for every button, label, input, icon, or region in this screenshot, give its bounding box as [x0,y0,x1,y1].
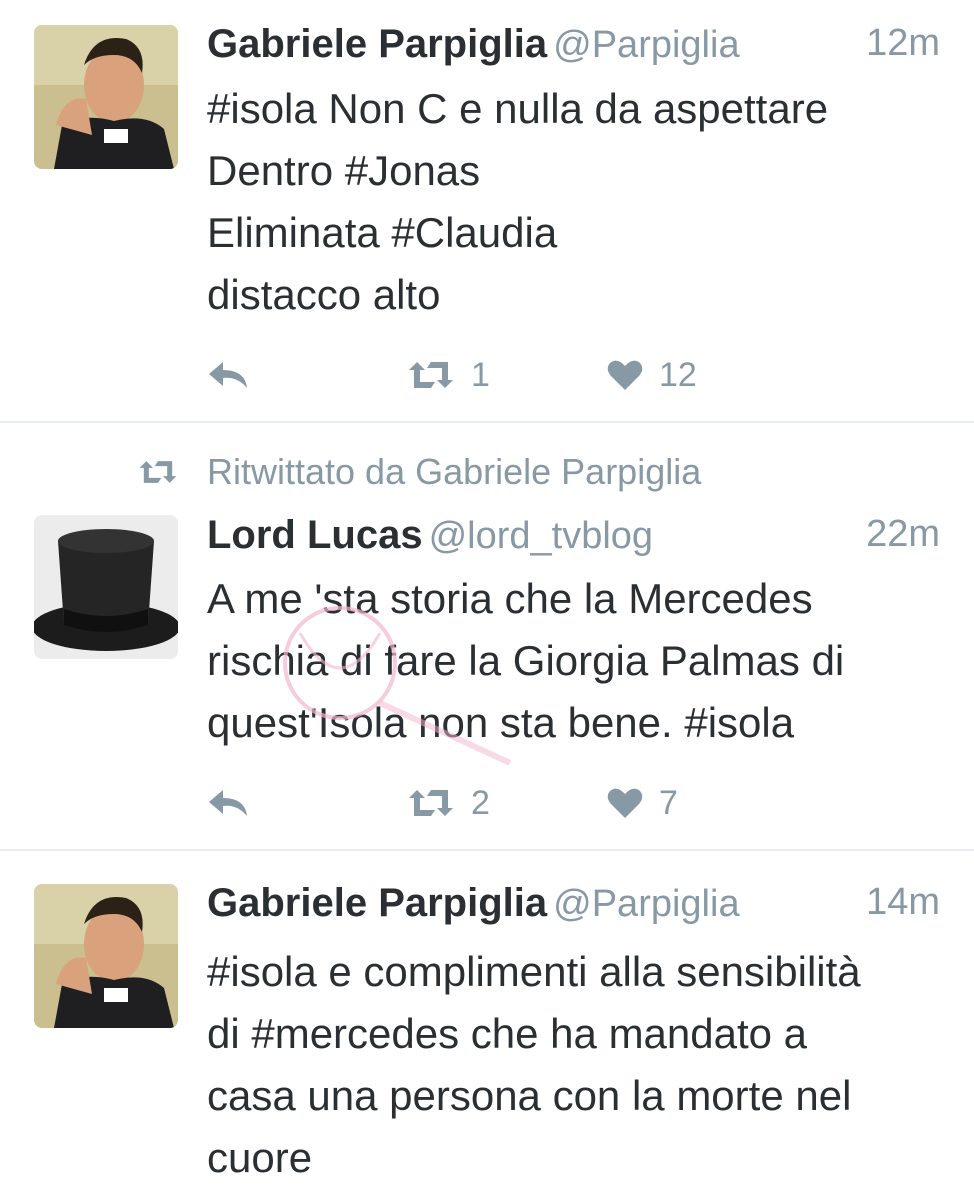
retweet-icon [409,362,453,388]
retweet-count: 1 [471,355,490,394]
author-handle[interactable]: @lord_tvblog [429,515,653,557]
like-count: 12 [659,355,697,394]
like-count: 7 [659,783,678,822]
tweet-text: A me 'sta storia che la Mercedes rischia… [207,575,845,746]
reply-button[interactable] [207,783,249,823]
avatar[interactable] [34,884,178,1028]
retweet-button[interactable]: 2 [407,783,490,823]
heart-icon [607,360,643,390]
retweet-icon [139,461,177,483]
author-name[interactable]: Lord Lucas [207,513,423,557]
tweet-text: #isola e complimenti alla sensibilità di… [207,948,861,1181]
reply-icon [209,362,247,388]
tweet-3[interactable]: Gabriele Parpiglia @Parpiglia 14m #isola … [0,851,974,1200]
author-name[interactable]: Gabriele Parpiglia [207,22,547,66]
tweet-2[interactable]: Ritwittato da Gabriele Parpiglia Lord Lu… [0,423,974,849]
heart-icon [607,788,643,818]
tweet-actions: 2 7 [207,783,947,823]
author-handle[interactable]: @Parpiglia [553,883,739,925]
retweeted-by-label[interactable]: Ritwittato da Gabriele Parpiglia [207,451,701,493]
retweet-icon [409,790,453,816]
retweet-count: 2 [471,783,490,822]
avatar[interactable] [34,515,178,659]
reply-icon [209,790,247,816]
tweet-1[interactable]: Gabriele Parpiglia @Parpiglia 12m #isola … [0,0,974,420]
reply-button[interactable] [207,355,249,395]
tweet-time[interactable]: 12m [866,22,940,65]
tweet-time[interactable]: 14m [866,881,940,924]
like-button[interactable]: 12 [607,355,697,395]
author-name[interactable]: Gabriele Parpiglia [207,881,547,925]
retweeted-by-banner: Ritwittato da Gabriele Parpiglia [0,451,974,501]
avatar[interactable] [34,25,178,169]
like-button[interactable]: 7 [607,783,678,823]
author-handle[interactable]: @Parpiglia [553,24,739,66]
tweet-time[interactable]: 22m [866,513,940,556]
tweet-text: #isola Non C e nulla da aspettare Dentro… [207,85,829,318]
retweet-button[interactable]: 1 [407,355,490,395]
tweet-actions: 1 12 [207,355,947,395]
